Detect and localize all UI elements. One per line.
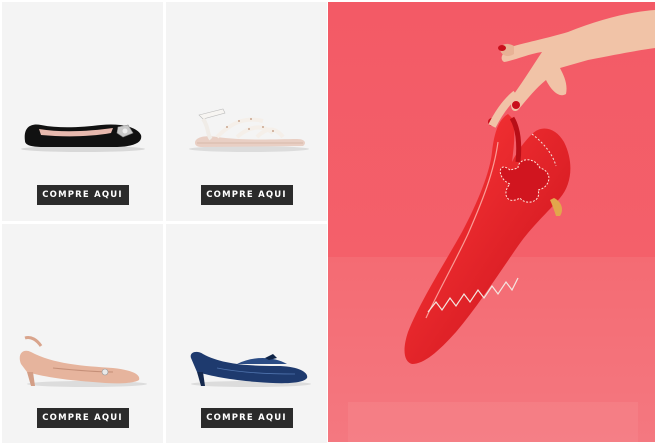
- product-card[interactable]: COMPRE AQUI: [2, 2, 163, 221]
- buy-here-button[interactable]: COMPRE AQUI: [200, 185, 293, 205]
- buy-here-button[interactable]: COMPRE AQUI: [200, 408, 293, 428]
- product-card[interactable]: COMPRE AQUI: [166, 2, 327, 221]
- product-card[interactable]: COMPRE AQUI: [2, 224, 163, 443]
- white-strappy-sandal-image[interactable]: [166, 82, 327, 172]
- hero-image[interactable]: [328, 2, 655, 442]
- navy-patent-mule-image[interactable]: [166, 314, 327, 404]
- product-grid: COMPRE AQUI COMPRE AQUI COMPRE AQUI COMP…: [0, 0, 327, 444]
- product-card[interactable]: COMPRE AQUI: [166, 224, 327, 443]
- hand-holding-red-slingback-photo: [328, 2, 655, 442]
- black-ballerina-flat-image[interactable]: [2, 82, 163, 172]
- nude-slingback-kitten-heel-image[interactable]: [2, 314, 163, 404]
- buy-here-button[interactable]: COMPRE AQUI: [36, 408, 129, 428]
- buy-here-button[interactable]: COMPRE AQUI: [36, 185, 129, 205]
